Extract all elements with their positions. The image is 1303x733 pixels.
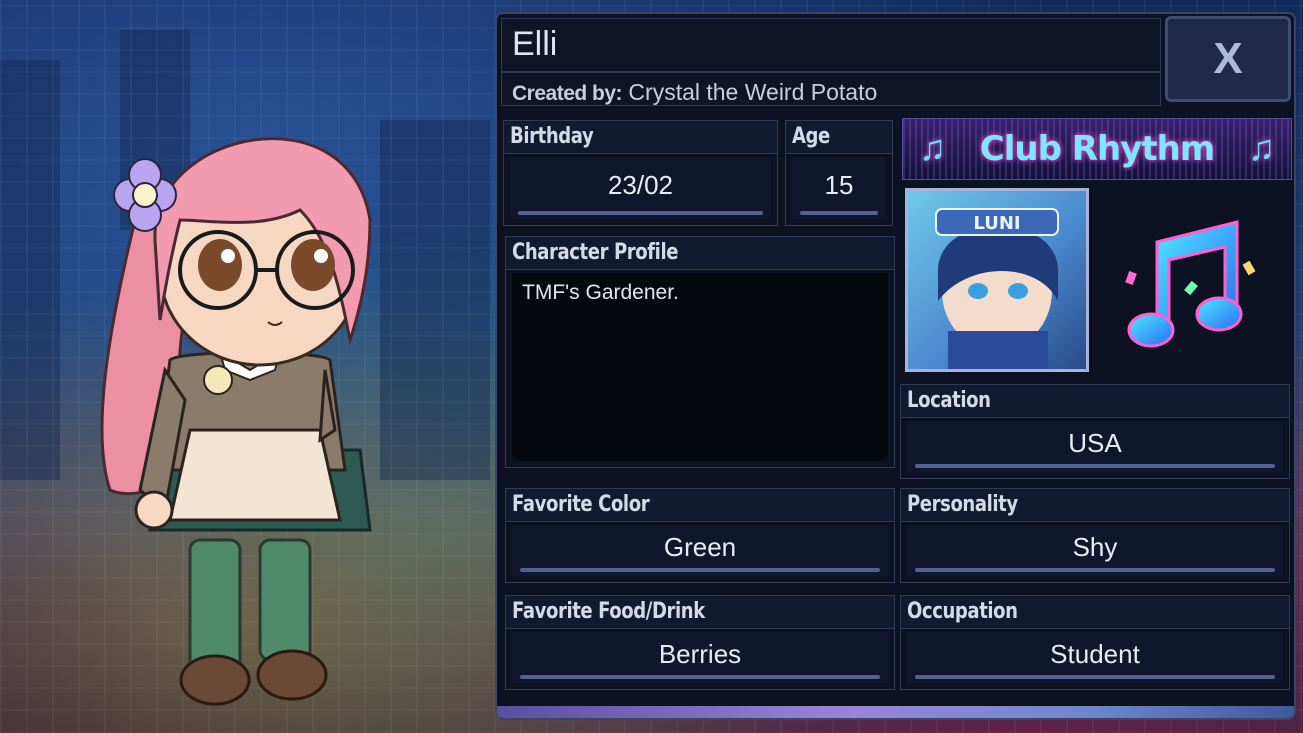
location-underline [915,464,1275,468]
occupation-field: Occupation Student [900,595,1290,690]
birthday-label: Birthday [504,121,777,154]
created-by-label: Created by: [512,82,623,105]
header-divider [502,71,1160,73]
close-button[interactable]: X [1165,16,1291,102]
age-underline [800,211,878,215]
creator-name: Crystal the Weird Potato [628,79,878,105]
profile-header: Elli Created by: Crystal the Weird Potat… [501,18,1161,106]
age-label: Age [786,121,892,154]
location-label: Location [901,385,1289,418]
leader-badge-text: LUNI [973,213,1020,234]
personality-underline [915,568,1275,572]
age-value: 15 [792,157,886,219]
character-profile-label: Character Profile [506,237,894,270]
birthday-underline [518,211,763,215]
favorite-color-underline [520,568,880,572]
club-banner: ♫ Club Rhythm ♫ [902,118,1292,180]
character-profile-field: Character Profile TMF's Gardener. [505,236,895,468]
location-field: Location USA [900,384,1290,479]
personality-field: Personality Shy [900,488,1290,583]
club-name: Club Rhythm [979,129,1215,169]
club-leader-avatar: LUNI [905,188,1089,372]
background-building [0,60,60,480]
age-field: Age 15 [785,120,893,226]
creator-line: Created by: Crystal the Weird Potato [512,79,877,106]
favorite-food-field: Favorite Food/Drink Berries [505,595,895,690]
personality-label: Personality [901,489,1289,522]
birthday-field: Birthday 23/02 [503,120,778,226]
music-note-icon: ♫ [1248,127,1275,168]
favorite-food-underline [520,675,880,679]
character-profile-panel: Elli Created by: Crystal the Weird Potat… [495,12,1296,720]
occupation-underline [915,675,1275,679]
music-note-icon [1125,220,1256,348]
favorite-color-field: Favorite Color Green [505,488,895,583]
occupation-label: Occupation [901,596,1289,629]
favorite-color-label: Favorite Color [506,489,894,522]
close-icon: X [1213,34,1243,83]
favorite-food-label: Favorite Food/Drink [506,596,894,629]
birthday-value: 23/02 [510,157,771,219]
character-profile-text: TMF's Gardener. [512,273,888,461]
panel-bottom-bar [497,706,1294,718]
character-preview [100,137,372,706]
character-name: Elli [512,25,558,63]
